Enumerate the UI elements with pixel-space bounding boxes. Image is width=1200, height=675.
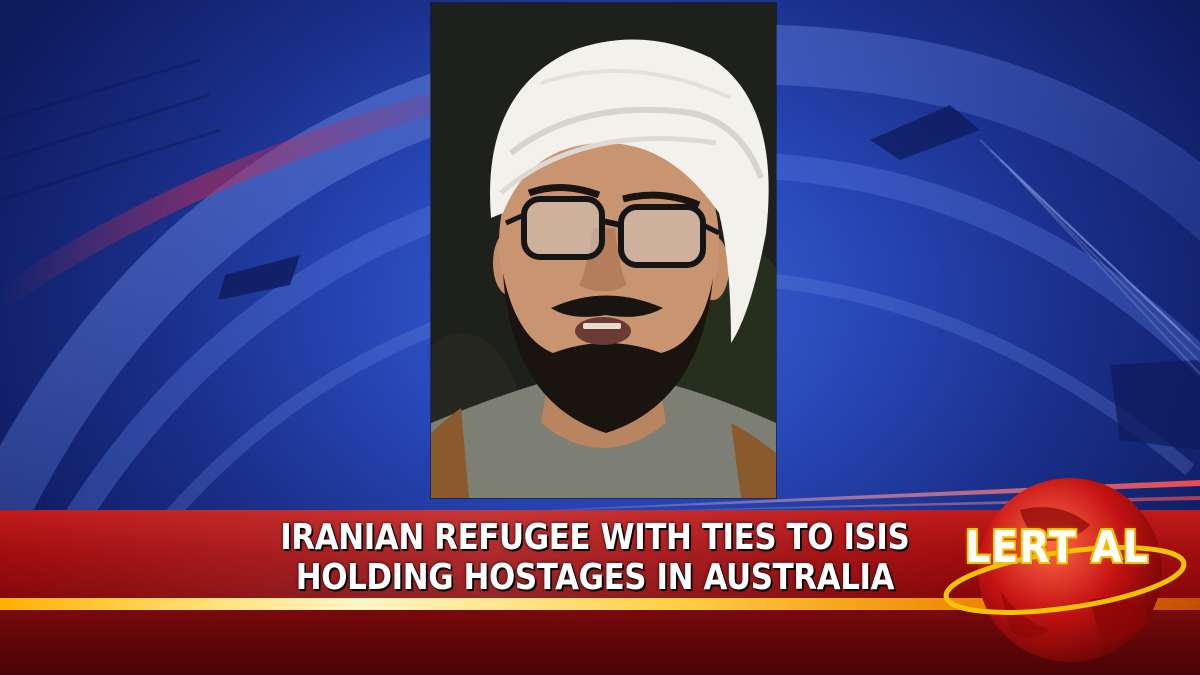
headline-line-2: HOLDING HOSTAGES IN AUSTRALIA xyxy=(295,557,895,598)
portrait-illustration xyxy=(431,3,776,498)
news-broadcast-frame: IRANIAN REFUGEE WITH TIES TO ISIS HOLDIN… xyxy=(0,0,1200,675)
headline-line-1: IRANIAN REFUGEE WITH TIES TO ISIS xyxy=(280,517,910,558)
headline: IRANIAN REFUGEE WITH TIES TO ISIS HOLDIN… xyxy=(200,512,990,604)
subject-photo xyxy=(431,3,776,498)
alert-logo-text: LERT AL xyxy=(965,522,1149,573)
